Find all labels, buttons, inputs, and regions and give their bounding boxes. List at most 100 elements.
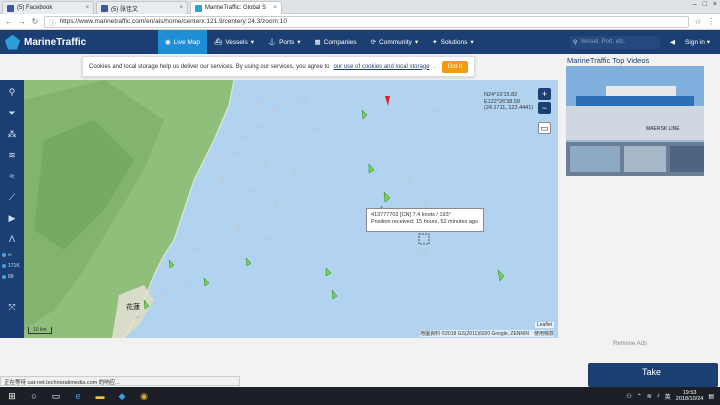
zoom-in-button[interactable]: + [538,88,551,100]
cookie-link[interactable]: our use of cookies and local storage [333,64,429,70]
zoom-out-button[interactable]: − [538,102,551,114]
forward-icon[interactable]: → [18,17,26,26]
bulb-icon: ✦ [432,39,438,46]
vessel-marker-idle [238,93,243,97]
vessel-marker [361,109,368,120]
caret-down-icon: ▾ [297,39,301,46]
menu-label: Vessels [225,38,248,46]
fullscreen-button[interactable]: ⤧ [3,299,21,315]
route-button[interactable]: Λ [3,231,21,247]
maximize-icon[interactable]: □ [703,1,707,8]
clock[interactable]: 19:53 2018/10/24 [676,390,704,403]
count-vessels: 171K [0,263,24,269]
vessel-marker [245,257,252,267]
vessel-marker-idle [265,237,270,241]
tab-facebook-1[interactable]: (5) Facebook × [2,1,94,14]
menu-icon[interactable]: ⋮ [707,17,715,26]
vessel-marker [325,267,332,277]
megaphone-icon[interactable]: ◀ [670,38,675,46]
search-icon: ⚲ [573,39,578,46]
tab-label: (5) Facebook [17,5,53,11]
ship-icon: ⛴ [214,39,223,46]
menu-ports[interactable]: ⚓ Ports ▾ [261,30,308,54]
got-it-button[interactable]: Got it [441,60,468,73]
chrome-icon[interactable]: ◉ [138,390,150,402]
vessel-marker-idle [159,293,164,297]
map-scale: 10 km [28,327,52,334]
layers-button[interactable]: ≋ [3,147,21,163]
close-window-icon[interactable]: × [713,1,717,8]
browser-tab-bar: (5) Facebook × (5) 张佳文 × MarineTraffic: … [0,0,720,14]
menu-live-map[interactable]: ◉ Live Map [158,30,208,54]
vessel-marker-idle [285,117,290,121]
vessel-marker-idle [233,151,238,155]
menu-label: Live Map [173,38,201,46]
caret-down-icon: ▾ [470,39,474,46]
right-panel: MarineTraffic Top Videos MAERSK LINE Rem… [558,54,720,387]
tooltip-position: Position received: 15 hours, 52 minutes … [371,219,479,225]
tab-facebook-2[interactable]: (5) 张佳文 × [96,1,188,14]
back-icon[interactable]: ← [5,17,13,26]
menu-companies[interactable]: ▦ Companies [308,30,364,54]
search-input[interactable]: ⚲ Vessel, Port, etc. [570,35,661,49]
leaflet-link[interactable]: Leaflet [534,322,554,328]
vessel-marker-idle [243,135,248,139]
vessel-marker-idle [205,213,210,217]
cookie-text: Cookies and local storage help us delive… [89,63,330,70]
weather-icon: ≈ [9,171,15,181]
video-thumbnail[interactable]: MAERSK LINE [566,66,704,176]
volume-icon[interactable]: ♪ [657,393,660,399]
search-icon[interactable]: ○ [28,390,40,402]
windows-start-icon[interactable]: ⊞ [6,390,18,402]
count-label: ∞ [8,252,12,258]
edge-icon[interactable]: e [72,390,84,402]
logo[interactable]: MarineTraffic [0,34,158,50]
measure-button[interactable]: ⟋ [3,189,21,205]
menu-community[interactable]: ⟳ Community ▾ [364,30,426,54]
person-icon[interactable]: ⚇ [626,393,631,400]
reload-icon[interactable]: ↻ [31,17,39,26]
vessel-marker-idle [263,161,268,165]
count-ports: 89 [0,274,24,280]
vessel-marker [383,191,391,203]
caret-down-icon: ▾ [414,39,419,46]
map-layers-button[interactable]: ▭ [538,122,551,134]
notification-icon[interactable]: ▤ [708,393,714,400]
url-input[interactable]: ⓘ https://www.marinetraffic.com/en/ais/h… [44,15,689,28]
chevron-up-icon[interactable]: ⌃ [637,393,642,400]
menu-vessels[interactable]: ⛴ Vessels ▾ [207,30,261,54]
compass-icon: ◉ [165,39,171,46]
task-view-icon[interactable]: ▭ [50,390,62,402]
ad-banner[interactable]: Take [588,363,718,387]
vessel-marker-idle [259,125,264,129]
search-map-button[interactable]: ⚲ [3,84,21,100]
close-icon[interactable]: × [273,5,277,11]
weather-button[interactable]: ≈ [3,168,21,184]
play-button[interactable]: ▶ [3,210,21,226]
cookie-banner: Cookies and local storage help us delive… [82,56,475,77]
tab-marinetraffic[interactable]: MarineTraffic: Global S × [190,1,282,14]
menu-solutions[interactable]: ✦ Solutions ▾ [425,30,480,54]
star-icon[interactable]: ☆ [694,17,702,26]
close-icon[interactable]: × [179,5,183,11]
filter-button[interactable]: ⏷ [3,105,21,121]
top-videos-title: MarineTraffic Top Videos [567,56,650,65]
live-map[interactable]: N24°10'15.82 E122°26'38.59 (24.1711, 122… [24,80,558,338]
close-icon[interactable]: × [85,5,89,11]
network-icon[interactable]: ≋ [647,393,652,400]
file-explorer-icon[interactable]: ▬ [94,390,106,402]
map-attribution: 地圖資料 ©2018 GS(2011)6020 Google, ZENRIN 使… [420,330,554,337]
vessel-marker-idle [221,255,226,259]
signin-button[interactable]: Sign in ▾ [685,38,710,46]
logo-text: MarineTraffic [24,36,87,48]
facebook-icon [7,4,14,12]
fleet-button[interactable]: ⁂ [3,126,21,142]
search-icon: ⚲ [8,86,16,97]
app-icon[interactable]: ◆ [116,390,128,402]
remove-ads-link[interactable]: Remove Ads [613,341,647,347]
input-language[interactable]: 英 [665,392,671,401]
vessel-marker-idle [173,317,178,321]
fleet-icon: ⁂ [7,128,17,139]
vessel-marker-idle [235,225,240,229]
minimize-icon[interactable]: – [693,1,697,8]
